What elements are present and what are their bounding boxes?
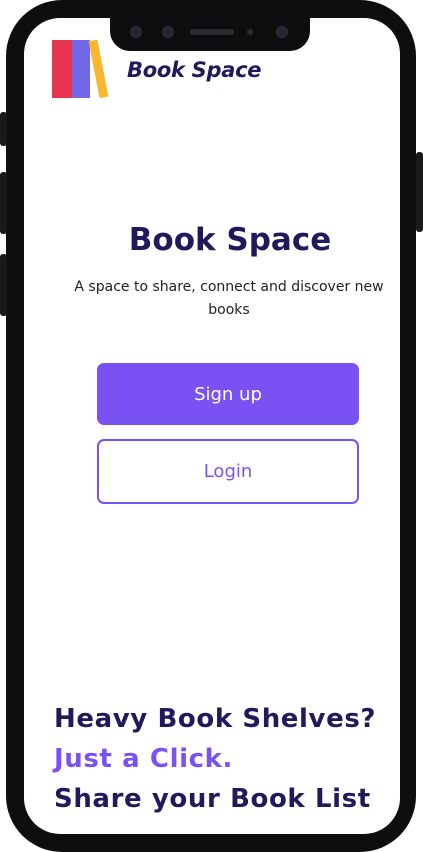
tagline-line-3: Share your Book List [54, 784, 371, 814]
camera-icon [162, 26, 174, 38]
phone-power-button [416, 152, 423, 232]
tagline-line-1: Heavy Book Shelves? [54, 704, 377, 734]
phone-volume-down [0, 254, 7, 316]
login-button[interactable]: Login [97, 439, 359, 504]
phone-side-button [0, 112, 7, 146]
logo-book-violet [72, 40, 90, 98]
camera-icon [130, 26, 142, 38]
tagline-line-2: Just a Click. [54, 744, 234, 774]
books-logo-icon [52, 40, 109, 98]
signup-button-label: Sign up [194, 383, 262, 405]
page-subtitle: A space to share, connect and discover n… [74, 279, 384, 318]
logo-book-red [52, 40, 72, 98]
camera-icon [276, 26, 288, 38]
page-title: Book Space [128, 222, 332, 258]
brand-name: Book Space [127, 58, 262, 82]
speaker-grille [190, 29, 234, 35]
logo-book-yellow [88, 40, 109, 98]
phone-notch [110, 18, 310, 51]
sensor-dot [247, 29, 253, 35]
signup-button[interactable]: Sign up [97, 363, 359, 425]
login-button-label: Login [203, 461, 253, 482]
